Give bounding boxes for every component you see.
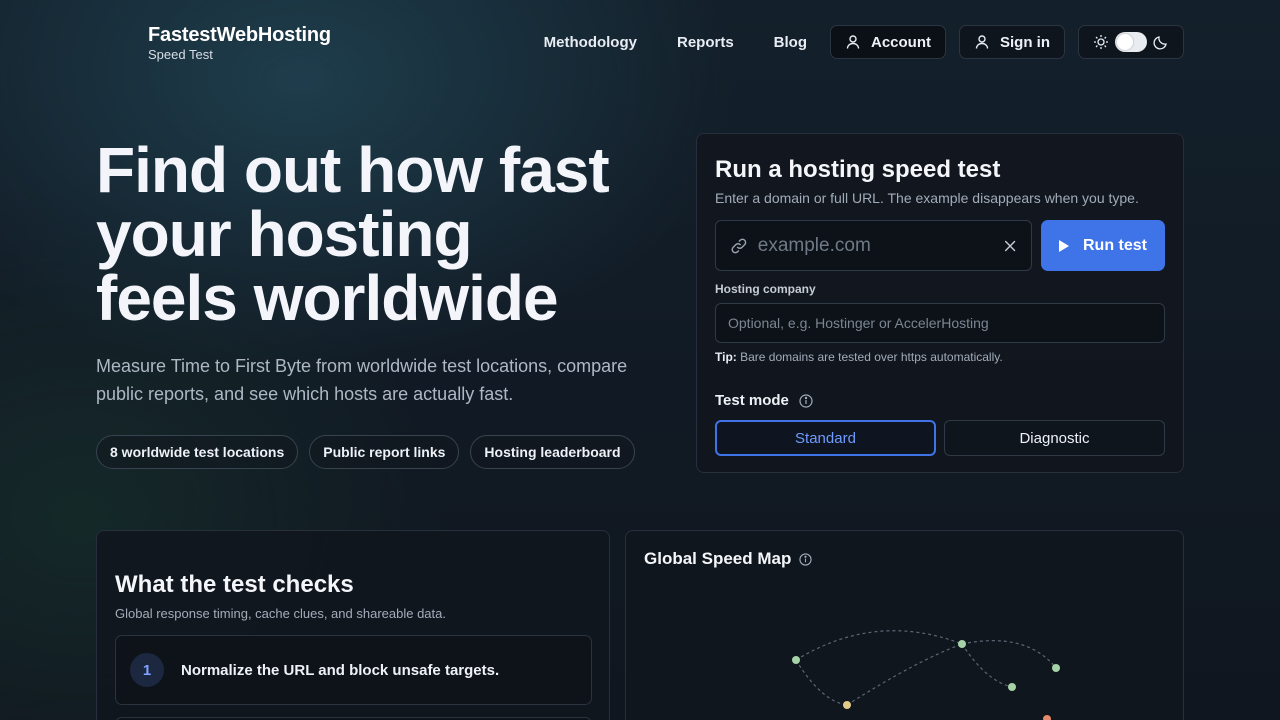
nav-blog[interactable]: Blog [774,34,807,51]
brand[interactable]: FastestWebHosting Speed Test [148,22,331,62]
map-node [1043,715,1051,720]
url-input[interactable] [757,234,1003,257]
tip-text: Tip: Bare domains are tested over https … [715,350,1003,364]
nav-reports[interactable]: Reports [677,34,734,51]
info-icon[interactable] [799,393,813,408]
user-icon [846,35,860,49]
speed-test-card: Run a hosting speed test Enter a domain … [696,133,1184,473]
user-icon [975,35,989,49]
info-icon[interactable] [799,552,812,566]
map-route [795,630,963,661]
sun-icon [1094,35,1108,49]
sign-in-label: Sign in [1000,33,1050,51]
map-route [795,659,848,706]
nav-methodology[interactable]: Methodology [544,34,637,51]
account-button[interactable]: Account [830,25,946,59]
url-field [715,220,1032,271]
theme-toggle [1078,25,1184,59]
checks-card: What the test checks Global response tim… [96,530,610,720]
checks-subtitle: Global response timing, cache clues, and… [115,606,446,621]
test-mode-label: Test mode [715,392,813,409]
link-icon [731,238,747,253]
run-test-button[interactable]: Run test [1041,220,1165,271]
speed-map-title: Global Speed Map [644,549,812,569]
brand-subtitle: Speed Test [148,47,213,62]
hero-description: Measure Time to First Byte from worldwid… [96,356,628,404]
hero-title-line: your hosting [96,198,473,270]
sign-in-button[interactable]: Sign in [959,25,1065,59]
hosting-company-label: Hosting company [715,282,816,296]
check-step: 1 Normalize the URL and block unsafe tar… [115,635,592,705]
map-node [958,640,966,648]
chip-leaderboard: Hosting leaderboard [470,435,635,469]
map-route [961,643,1013,688]
speed-test-title: Run a hosting speed test [715,156,1001,183]
tip-label: Tip: [715,350,737,364]
hosting-company-input[interactable] [715,303,1165,343]
checks-title: What the test checks [115,571,354,598]
chip-public-reports: Public report links [309,435,460,469]
theme-switch[interactable] [1115,32,1147,52]
step-text: Normalize the URL and block unsafe targe… [181,661,500,679]
brand-name[interactable]: FastestWebHosting [148,22,331,48]
map-route [961,640,1057,669]
map-node [792,656,800,664]
mode-diagnostic-button[interactable]: Diagnostic [944,420,1165,456]
speed-map-card: Global Speed Map [625,530,1184,720]
account-label: Account [871,33,931,51]
play-icon [1059,239,1069,252]
clear-icon[interactable] [1003,238,1017,254]
tip-body: Bare domains are tested over https autom… [740,350,1003,364]
map-node [1008,683,1016,691]
hero-title-line: Find out how fast [96,134,610,206]
map-node [1052,664,1060,672]
map-routes [795,630,1057,706]
hero-title-line: feels worldwide [96,262,559,334]
feature-chips: 8 worldwide test locations Public report… [96,435,646,469]
hero-title: Find out how fast your hosting feels wor… [96,138,676,330]
moon-icon [1153,36,1167,50]
speed-map-title-text: Global Speed Map [644,549,792,568]
map-node [843,701,851,709]
speed-test-subtitle: Enter a domain or full URL. The example … [715,190,1139,206]
mode-standard-button[interactable]: Standard [715,420,936,456]
test-mode-text: Test mode [715,392,789,409]
step-number: 1 [130,653,164,687]
map-route [846,643,963,706]
top-nav: Methodology Reports Blog Account Sign in [544,25,1184,59]
run-test-label: Run test [1083,236,1147,254]
chip-test-locations: 8 worldwide test locations [96,435,299,469]
